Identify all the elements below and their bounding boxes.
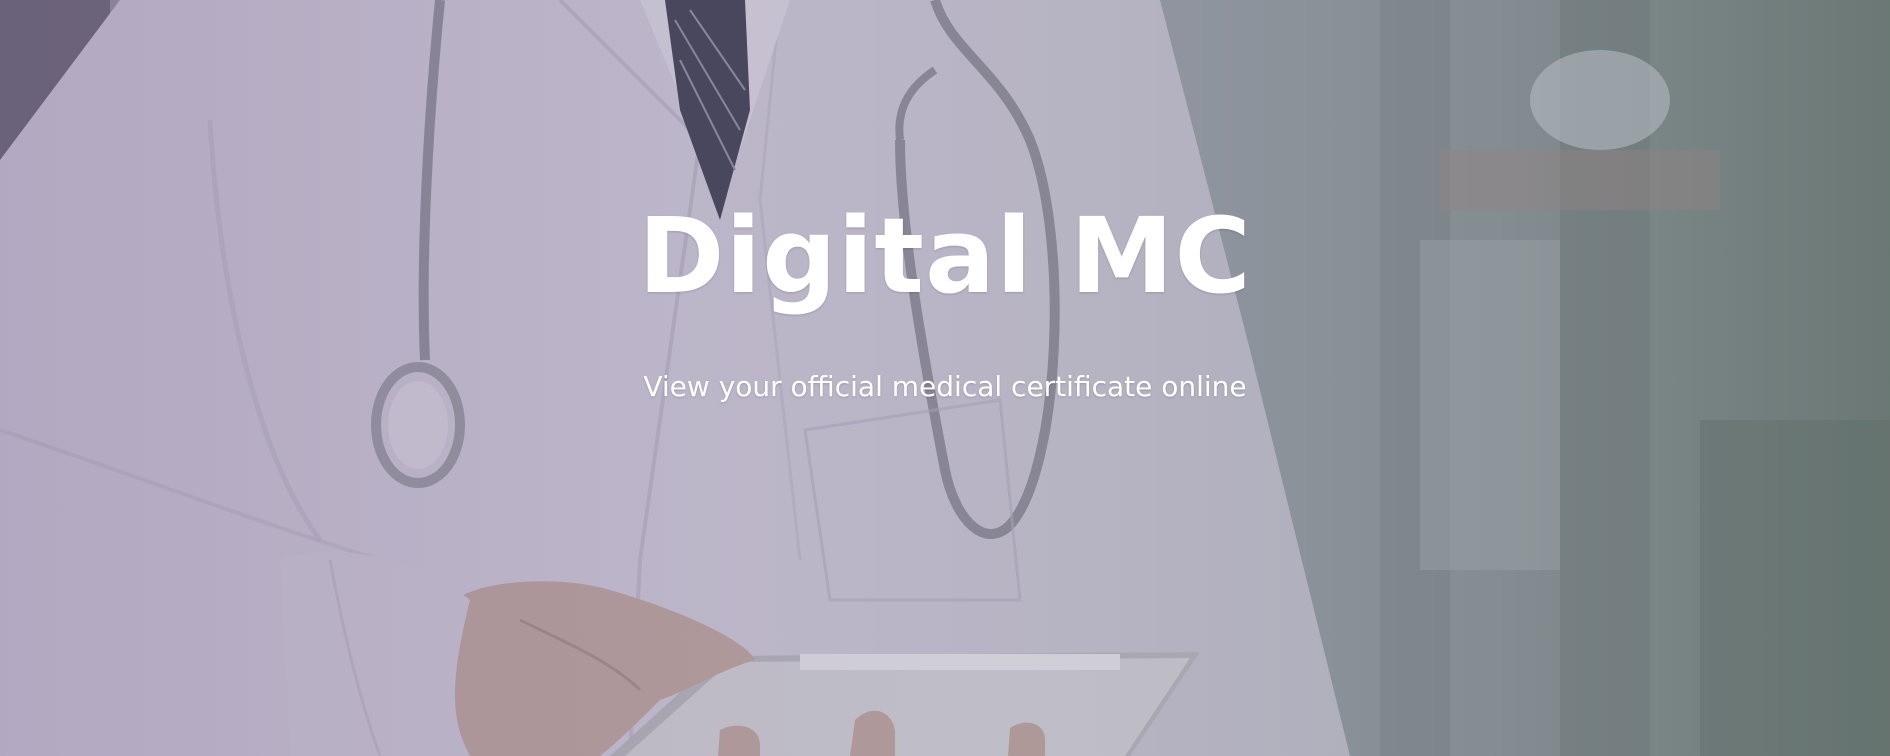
hero-banner: Digital MC View your official medical ce… (0, 0, 1890, 756)
hero-title: Digital MC (638, 195, 1252, 317)
hero-subtitle: View your official medical certificate o… (643, 370, 1247, 403)
